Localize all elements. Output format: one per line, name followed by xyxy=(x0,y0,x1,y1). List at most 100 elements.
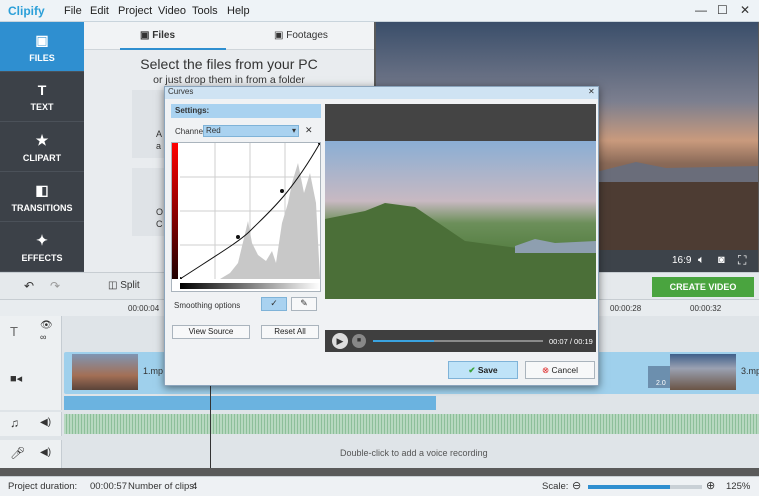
link-icon[interactable]: ∞ xyxy=(40,332,46,342)
voice-lane-header: 🎤︎ ◀) xyxy=(0,440,62,468)
voice-lane: 🎤︎ ◀) Double-click to add a voice record… xyxy=(0,440,759,468)
redo-icon[interactable]: ↷ xyxy=(50,279,60,293)
fullscreen-icon[interactable]: ⛶ xyxy=(738,253,746,268)
reset-all-button[interactable]: Reset All xyxy=(261,325,319,339)
ruler-tick: 00:00:28 xyxy=(610,304,642,313)
sidebar-item-label: TRANSITIONS xyxy=(11,203,73,213)
add-files-card[interactable]: A a xyxy=(132,90,164,158)
clip-thumbnail-3[interactable] xyxy=(670,354,736,390)
transition-duration: 2.0 xyxy=(656,380,666,387)
create-video-button[interactable]: CREATE VIDEO xyxy=(652,277,754,297)
menu-tools[interactable]: Tools xyxy=(192,5,218,17)
undo-icon[interactable]: ↶ xyxy=(24,279,34,293)
volume-icon[interactable]: 🔈︎ xyxy=(698,254,705,267)
curves-dialog: Curves ✕ Settings: Channel Red ▾ ✕ Smoot… xyxy=(164,86,599,386)
cancel-label: Cancel xyxy=(551,365,578,375)
split-label: Split xyxy=(120,280,140,291)
sidebar: ▣ FILES T TEXT ★ CLIPART ◧ TRANSITIONS ✦… xyxy=(0,22,84,272)
maximize-button[interactable]: ☐ xyxy=(717,3,728,17)
wand-icon: ✦ xyxy=(36,232,48,248)
channel-label: Channel xyxy=(175,127,205,136)
split-button[interactable]: ◫ Split xyxy=(108,280,140,291)
sidebar-item-effects[interactable]: ✦ EFFECTS xyxy=(0,222,84,272)
voice-hint[interactable]: Double-click to add a voice recording xyxy=(340,448,488,458)
sidebar-item-transitions[interactable]: ◧ TRANSITIONS xyxy=(0,172,84,222)
check-icon: ✔ xyxy=(468,365,476,375)
ruler-tick: 00:00:32 xyxy=(690,304,722,313)
menu-video[interactable]: Video xyxy=(158,5,186,17)
zoom-out-icon[interactable]: ⊖ xyxy=(572,479,581,492)
open-folder-card[interactable]: O C xyxy=(132,168,164,236)
music-lane: ♫ ◀) xyxy=(0,412,759,436)
seek-fill xyxy=(373,340,435,342)
menu-edit[interactable]: Edit xyxy=(90,5,109,17)
voice-speaker-icon[interactable]: ◀) xyxy=(40,447,51,458)
smoothing-label: Smoothing options xyxy=(174,301,241,310)
minimize-button[interactable]: — xyxy=(695,3,707,17)
menu-project[interactable]: Project xyxy=(118,5,152,17)
sidebar-item-clipart[interactable]: ★ CLIPART xyxy=(0,122,84,172)
dialog-title: Curves xyxy=(165,87,598,99)
speaker-icon[interactable]: ◀) xyxy=(40,417,51,428)
zoom-in-icon[interactable]: ⊕ xyxy=(706,479,715,492)
aspect-ratio[interactable]: 16:9 xyxy=(672,255,691,266)
chevron-down-icon: ▾ xyxy=(291,126,296,135)
tab-files[interactable]: ▣ Files xyxy=(140,30,175,41)
star-icon: ★ xyxy=(35,132,49,148)
dialog-player-bar: ▶ ■ 00:07 / 00:19 xyxy=(325,330,596,352)
smooth-curve-toggle[interactable]: ✓ xyxy=(261,297,287,311)
app-logo: Clipify xyxy=(8,4,45,18)
time-display: 00:07 / 00:19 xyxy=(549,337,593,346)
duration-value: 00:00:57 xyxy=(90,481,127,492)
music-waveform[interactable] xyxy=(64,414,759,434)
seek-bar[interactable] xyxy=(373,340,543,342)
channel-clear-icon[interactable]: ✕ xyxy=(305,125,313,136)
sidebar-item-files[interactable]: ▣ FILES xyxy=(0,22,84,72)
curves-graph[interactable] xyxy=(171,142,321,292)
sidebar-item-text[interactable]: T TEXT xyxy=(0,72,84,122)
film-icon: ▣ xyxy=(35,32,49,48)
clips-label: Number of clips: xyxy=(128,481,197,492)
duration-label: Project duration: xyxy=(8,481,78,492)
tab-footages[interactable]: ▣ Footages xyxy=(274,30,328,41)
scale-slider[interactable] xyxy=(588,485,702,489)
transitions-icon: ◧ xyxy=(35,182,49,198)
cancel-button[interactable]: ⊗ Cancel xyxy=(525,361,595,379)
camera-icon[interactable]: ◙ xyxy=(718,254,725,266)
menu-file[interactable]: File xyxy=(64,5,82,17)
luminance-gradient-bar xyxy=(180,283,320,289)
play-button[interactable]: ▶ xyxy=(332,333,348,349)
dialog-video xyxy=(325,104,596,299)
active-tab-indicator xyxy=(120,48,226,50)
video-lane-header: ■◂ xyxy=(0,346,62,410)
music-lane-header: ♫ ◀) xyxy=(0,412,62,436)
sidebar-item-label: TEXT xyxy=(30,102,54,112)
clip-effect-bar[interactable] xyxy=(64,396,436,410)
save-button[interactable]: ✔ Save xyxy=(448,361,518,379)
curve-plot[interactable] xyxy=(180,143,320,279)
files-heading: Select the files from your PC xyxy=(140,56,318,72)
tab-files-label: Files xyxy=(152,30,176,41)
save-label: Save xyxy=(477,365,498,375)
channel-select[interactable]: Red ▾ xyxy=(203,125,299,137)
text-lane-header: T 👁︎ ∞ xyxy=(0,316,62,346)
close-button[interactable]: ✕ xyxy=(740,3,750,17)
music-icon: ♫ xyxy=(10,416,19,430)
cancel-icon: ⊗ xyxy=(542,365,550,375)
menu-help[interactable]: Help xyxy=(227,5,250,17)
files-subheading: or just drop them in from a folder xyxy=(153,74,305,86)
red-gradient-bar xyxy=(172,143,178,279)
dialog-close-icon[interactable]: ✕ xyxy=(588,87,595,96)
sidebar-item-label: EFFECTS xyxy=(21,253,63,263)
view-source-button[interactable]: View Source xyxy=(172,325,250,339)
channel-value: Red xyxy=(206,126,221,135)
eye-icon[interactable]: 👁︎ xyxy=(40,320,53,331)
clip-thumbnail-1[interactable] xyxy=(72,354,138,390)
pencil-icon[interactable]: ✎ xyxy=(291,297,317,311)
clip-label-1: 1.mp xyxy=(143,366,164,376)
microphone-icon: 🎤︎ xyxy=(10,446,26,460)
stop-button[interactable]: ■ xyxy=(352,334,366,348)
text-icon: T xyxy=(37,82,47,98)
text-track-icon: T xyxy=(10,324,18,339)
tab-footages-label: Footages xyxy=(286,30,328,41)
